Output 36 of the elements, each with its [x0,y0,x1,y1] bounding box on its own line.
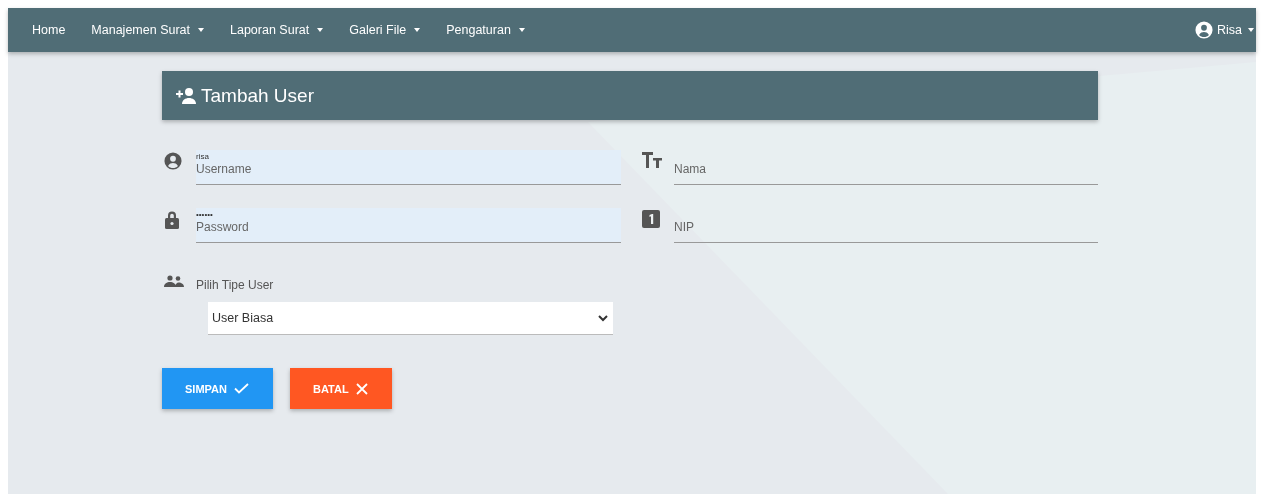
caret-icon [518,28,525,32]
field-label: Username [196,162,252,176]
nav-menu-item[interactable]: Home [24,23,74,37]
caret-icon [198,28,204,32]
close-icon [355,382,368,395]
username-field[interactable]: risa Username [196,150,621,185]
nav-menu-item[interactable]: Pengaturan [438,23,533,37]
user-type-select[interactable]: User Biasa [208,302,613,335]
caret-icon [317,28,324,32]
user-menu[interactable]: Risa [1187,21,1256,39]
user-avatar-icon [1195,21,1213,39]
nav-menu-item[interactable]: Manajemen Surat [83,23,212,37]
password-field[interactable]: •••••• Password [196,208,621,243]
check-icon [233,383,249,394]
field-label: Password [196,220,249,234]
save-button[interactable]: SIMPAN [162,368,273,409]
field-value: risa [196,152,209,161]
text-size-icon [642,152,662,168]
users-icon [164,275,184,287]
number-one-icon [642,210,660,228]
card-title: Tambah User [201,84,314,107]
field-label: NIP [674,220,694,234]
lock-icon [164,210,180,230]
caret-icon [414,28,421,32]
chevron-down-icon [598,314,608,322]
nav-menu-item[interactable]: Galeri File [341,23,429,37]
nav-menu-item[interactable]: Laporan Surat [222,23,332,37]
field-label: Nama [674,162,706,176]
add-user-icon [173,86,197,105]
select-label: Pilih Tipe User [196,277,274,292]
caret-icon [1248,28,1254,32]
field-value: •••••• [196,210,213,219]
user-circle-icon [164,152,182,170]
cancel-button[interactable]: BATAL [290,368,392,409]
name-field[interactable]: Nama [674,150,1098,185]
number-field[interactable]: NIP [674,208,1098,243]
